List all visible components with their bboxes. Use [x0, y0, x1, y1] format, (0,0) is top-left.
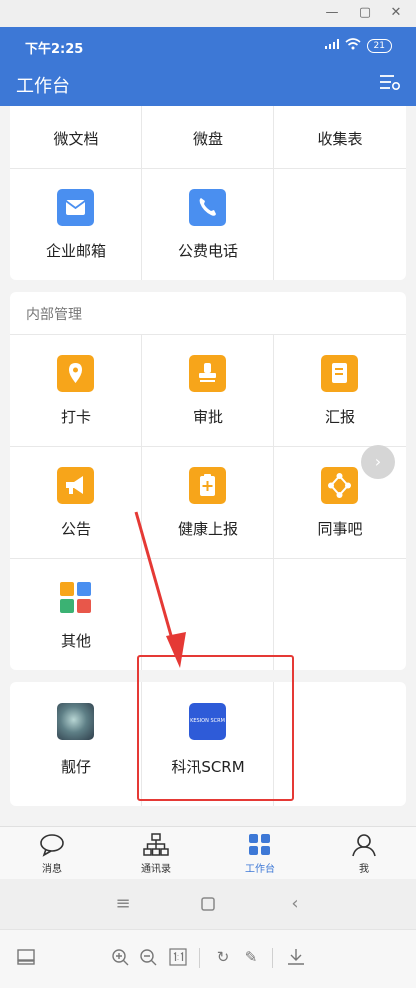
app-label: 靓仔 — [60, 758, 91, 776]
person-icon — [352, 834, 376, 857]
app-label: 收集表 — [317, 130, 363, 148]
tab-workbench[interactable]: 工作台 — [208, 827, 312, 879]
system-navbar: ≡ ‹ — [0, 879, 416, 929]
tab-label: 消息 — [42, 864, 62, 875]
actual-size-icon[interactable] — [167, 946, 189, 968]
close-icon[interactable]: ✕ — [387, 4, 405, 22]
app-wedoc[interactable]: 微文档 — [10, 106, 142, 168]
chat-bubble-icon — [40, 834, 64, 857]
grid-apps-icon — [57, 579, 94, 616]
screen: — ▢ ✕ 下午2:25 21 工作台 微文档 微盘 收集表 企业邮箱 公费电话… — [0, 0, 416, 988]
settings-filter-icon[interactable] — [379, 73, 401, 91]
location-pin-icon — [57, 355, 94, 392]
app-label: 微盘 — [192, 130, 223, 148]
stamp-icon — [189, 355, 226, 392]
section-title: 内部管理 — [26, 307, 82, 323]
window-titlebar: — ▢ ✕ — [0, 0, 416, 27]
app-label: 微文档 — [53, 130, 99, 148]
wifi-icon — [345, 38, 361, 53]
clipboard-plus-icon — [189, 467, 226, 504]
minimize-icon[interactable]: — — [323, 4, 341, 22]
menu-icon[interactable]: ≡ — [112, 893, 134, 915]
status-icons: 21 — [324, 38, 392, 53]
annotation-highlight-box — [137, 655, 294, 801]
report-icon — [321, 355, 358, 392]
pencil-icon[interactable]: ✎ — [240, 946, 262, 968]
download-icon[interactable] — [285, 946, 307, 968]
viewer-toolbar: ↻ ✎ — [0, 929, 416, 988]
app-others[interactable]: 其他 — [10, 558, 142, 670]
tab-label: 通讯录 — [141, 864, 171, 875]
tab-contacts[interactable]: 通讯录 — [104, 827, 208, 879]
zoom-out-icon[interactable] — [137, 946, 159, 968]
app-mail[interactable]: 企业邮箱 — [10, 168, 142, 280]
tab-label: 我 — [359, 864, 369, 875]
app-announcement[interactable]: 公告 — [10, 446, 142, 558]
card-office: 微文档 微盘 收集表 企业邮箱 公费电话 — [10, 106, 406, 280]
app-label: 其他 — [60, 632, 91, 650]
phone-icon — [189, 189, 226, 226]
annotation-arrow — [134, 511, 186, 668]
network-icon — [321, 467, 358, 504]
layout-icon[interactable] — [15, 946, 37, 968]
status-time: 下午2:25 — [25, 42, 84, 57]
tab-messages[interactable]: 消息 — [0, 827, 104, 879]
app-label: 企业邮箱 — [45, 242, 106, 260]
app-phone[interactable]: 公费电话 — [142, 168, 274, 280]
app-avatar-icon — [57, 703, 94, 740]
tab-label: 工作台 — [245, 864, 275, 875]
app-checkin[interactable]: 打卡 — [10, 334, 142, 446]
app-header: 下午2:25 21 工作台 — [0, 27, 416, 106]
battery-indicator: 21 — [366, 38, 392, 53]
grid-icon — [249, 834, 270, 855]
app-label: 汇报 — [324, 408, 355, 426]
app-form[interactable]: 收集表 — [274, 106, 406, 168]
app-wedrive[interactable]: 微盘 — [142, 106, 274, 168]
app-approval[interactable]: 审批 — [142, 334, 274, 446]
home-icon[interactable] — [197, 893, 219, 915]
rotate-icon[interactable]: ↻ — [212, 946, 234, 968]
page-title: 工作台 — [16, 76, 70, 97]
back-icon[interactable]: ‹ — [284, 893, 306, 915]
megaphone-icon — [57, 467, 94, 504]
card-internal: 内部管理 打卡 审批 汇报 公告 健康上报 同事吧 其他 › — [10, 292, 406, 670]
tab-me[interactable]: 我 — [312, 827, 416, 879]
maximize-icon[interactable]: ▢ — [356, 4, 374, 22]
app-label: 公告 — [60, 520, 91, 538]
org-chart-icon — [143, 833, 169, 856]
mail-icon — [57, 189, 94, 226]
signal-icon — [324, 39, 339, 52]
app-label: 打卡 — [60, 408, 91, 426]
app-liangzai[interactable]: 靓仔 — [10, 682, 142, 794]
app-label: 审批 — [192, 408, 223, 426]
app-label: 公费电话 — [177, 242, 238, 260]
phone-screen: 下午2:25 21 工作台 微文档 微盘 收集表 企业邮箱 公费电话 内部管理 … — [0, 27, 416, 879]
zoom-in-icon[interactable] — [109, 946, 131, 968]
scroll-right-icon[interactable]: › — [361, 445, 395, 479]
bottom-tabbar: 消息 通讯录 工作台 我 — [0, 826, 416, 879]
app-report[interactable]: 汇报 — [274, 334, 406, 446]
app-label: 同事吧 — [317, 520, 363, 538]
